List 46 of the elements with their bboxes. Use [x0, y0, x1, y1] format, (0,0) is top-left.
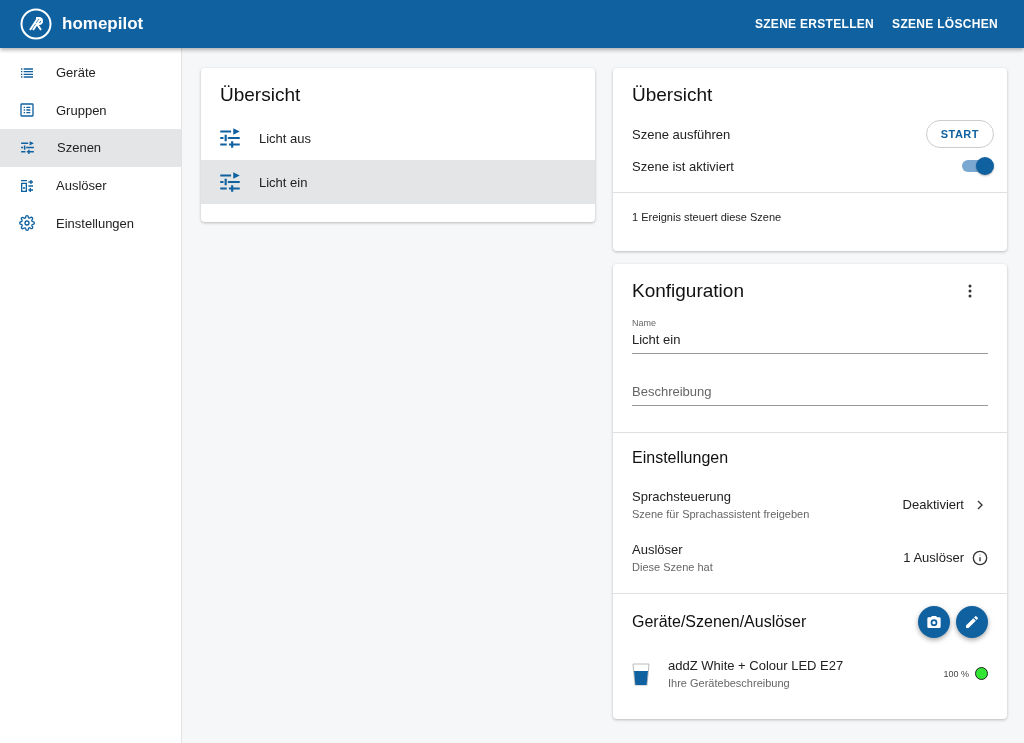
- device-description: Ihre Gerätebeschreibung: [668, 677, 791, 689]
- setting-title: Sprachsteuerung: [632, 489, 732, 504]
- sidebar-item[interactable]: Auslöser: [0, 166, 181, 205]
- setting-subtitle: Diese Szene hat: [632, 561, 713, 573]
- sliders-icon: [217, 125, 243, 151]
- sliders-icon: [19, 139, 36, 157]
- start-button[interactable]: START: [925, 120, 994, 148]
- sidebar-item[interactable]: Gruppen: [0, 91, 181, 130]
- section-title: Einstellungen: [632, 449, 730, 467]
- app-title: homepilot: [62, 14, 145, 34]
- gear-icon: [19, 215, 35, 232]
- scene-list-item[interactable]: Licht ein: [201, 160, 595, 204]
- pencil-icon: [964, 614, 980, 630]
- edit-button[interactable]: [956, 606, 988, 638]
- event-info: 1 Ereignis steuert diese Szene: [632, 211, 782, 223]
- logo-icon: [20, 8, 52, 40]
- setting-value: Deaktiviert: [902, 497, 964, 512]
- field-label: Name: [632, 318, 657, 328]
- settings-row[interactable]: Auslöser Diese Szene hat 1 Auslöser: [632, 542, 988, 573]
- device-name: addZ White + Colour LED E27: [668, 658, 844, 673]
- list-box-icon: [19, 102, 35, 119]
- card-title: Übersicht: [220, 84, 302, 106]
- card-title: Übersicht: [632, 84, 714, 106]
- app-bar-button[interactable]: SZENE LÖSCHEN: [892, 11, 998, 37]
- section-title: Geräte/Szenen/Auslöser: [632, 613, 807, 631]
- name-field[interactable]: Licht ein: [632, 328, 988, 354]
- setting-title: Auslöser: [632, 542, 684, 557]
- trigger-icon: [19, 177, 35, 194]
- more-vertical-icon[interactable]: [968, 284, 972, 298]
- sliders-icon: [217, 169, 243, 195]
- setting-subtitle: Szene für Sprachassistent freigeben: [632, 508, 810, 520]
- device-reading: 100 %: [943, 668, 969, 679]
- info-icon: [972, 549, 988, 566]
- sidebar-item[interactable]: Geräte: [0, 54, 181, 92]
- camera-icon: [926, 614, 942, 630]
- setting-value: 1 Auslöser: [903, 550, 964, 565]
- scene-list-item[interactable]: Licht aus: [201, 116, 595, 160]
- app-bar-button[interactable]: SZENE ERSTELLEN: [754, 11, 875, 37]
- card-title: Konfiguration: [632, 280, 744, 302]
- settings-row[interactable]: Sprachsteuerung Szene für Sprachassistent freigeben Deaktiviert: [632, 489, 988, 520]
- sidebar-item[interactable]: Szenen: [0, 129, 181, 167]
- row-label: Szene ist aktiviert: [632, 158, 734, 174]
- sidebar-item[interactable]: Einstellungen: [0, 204, 181, 242]
- camera-button[interactable]: [918, 606, 950, 638]
- row-label: Szene ausführen: [632, 126, 731, 142]
- description-field[interactable]: Beschreibung: [632, 380, 988, 406]
